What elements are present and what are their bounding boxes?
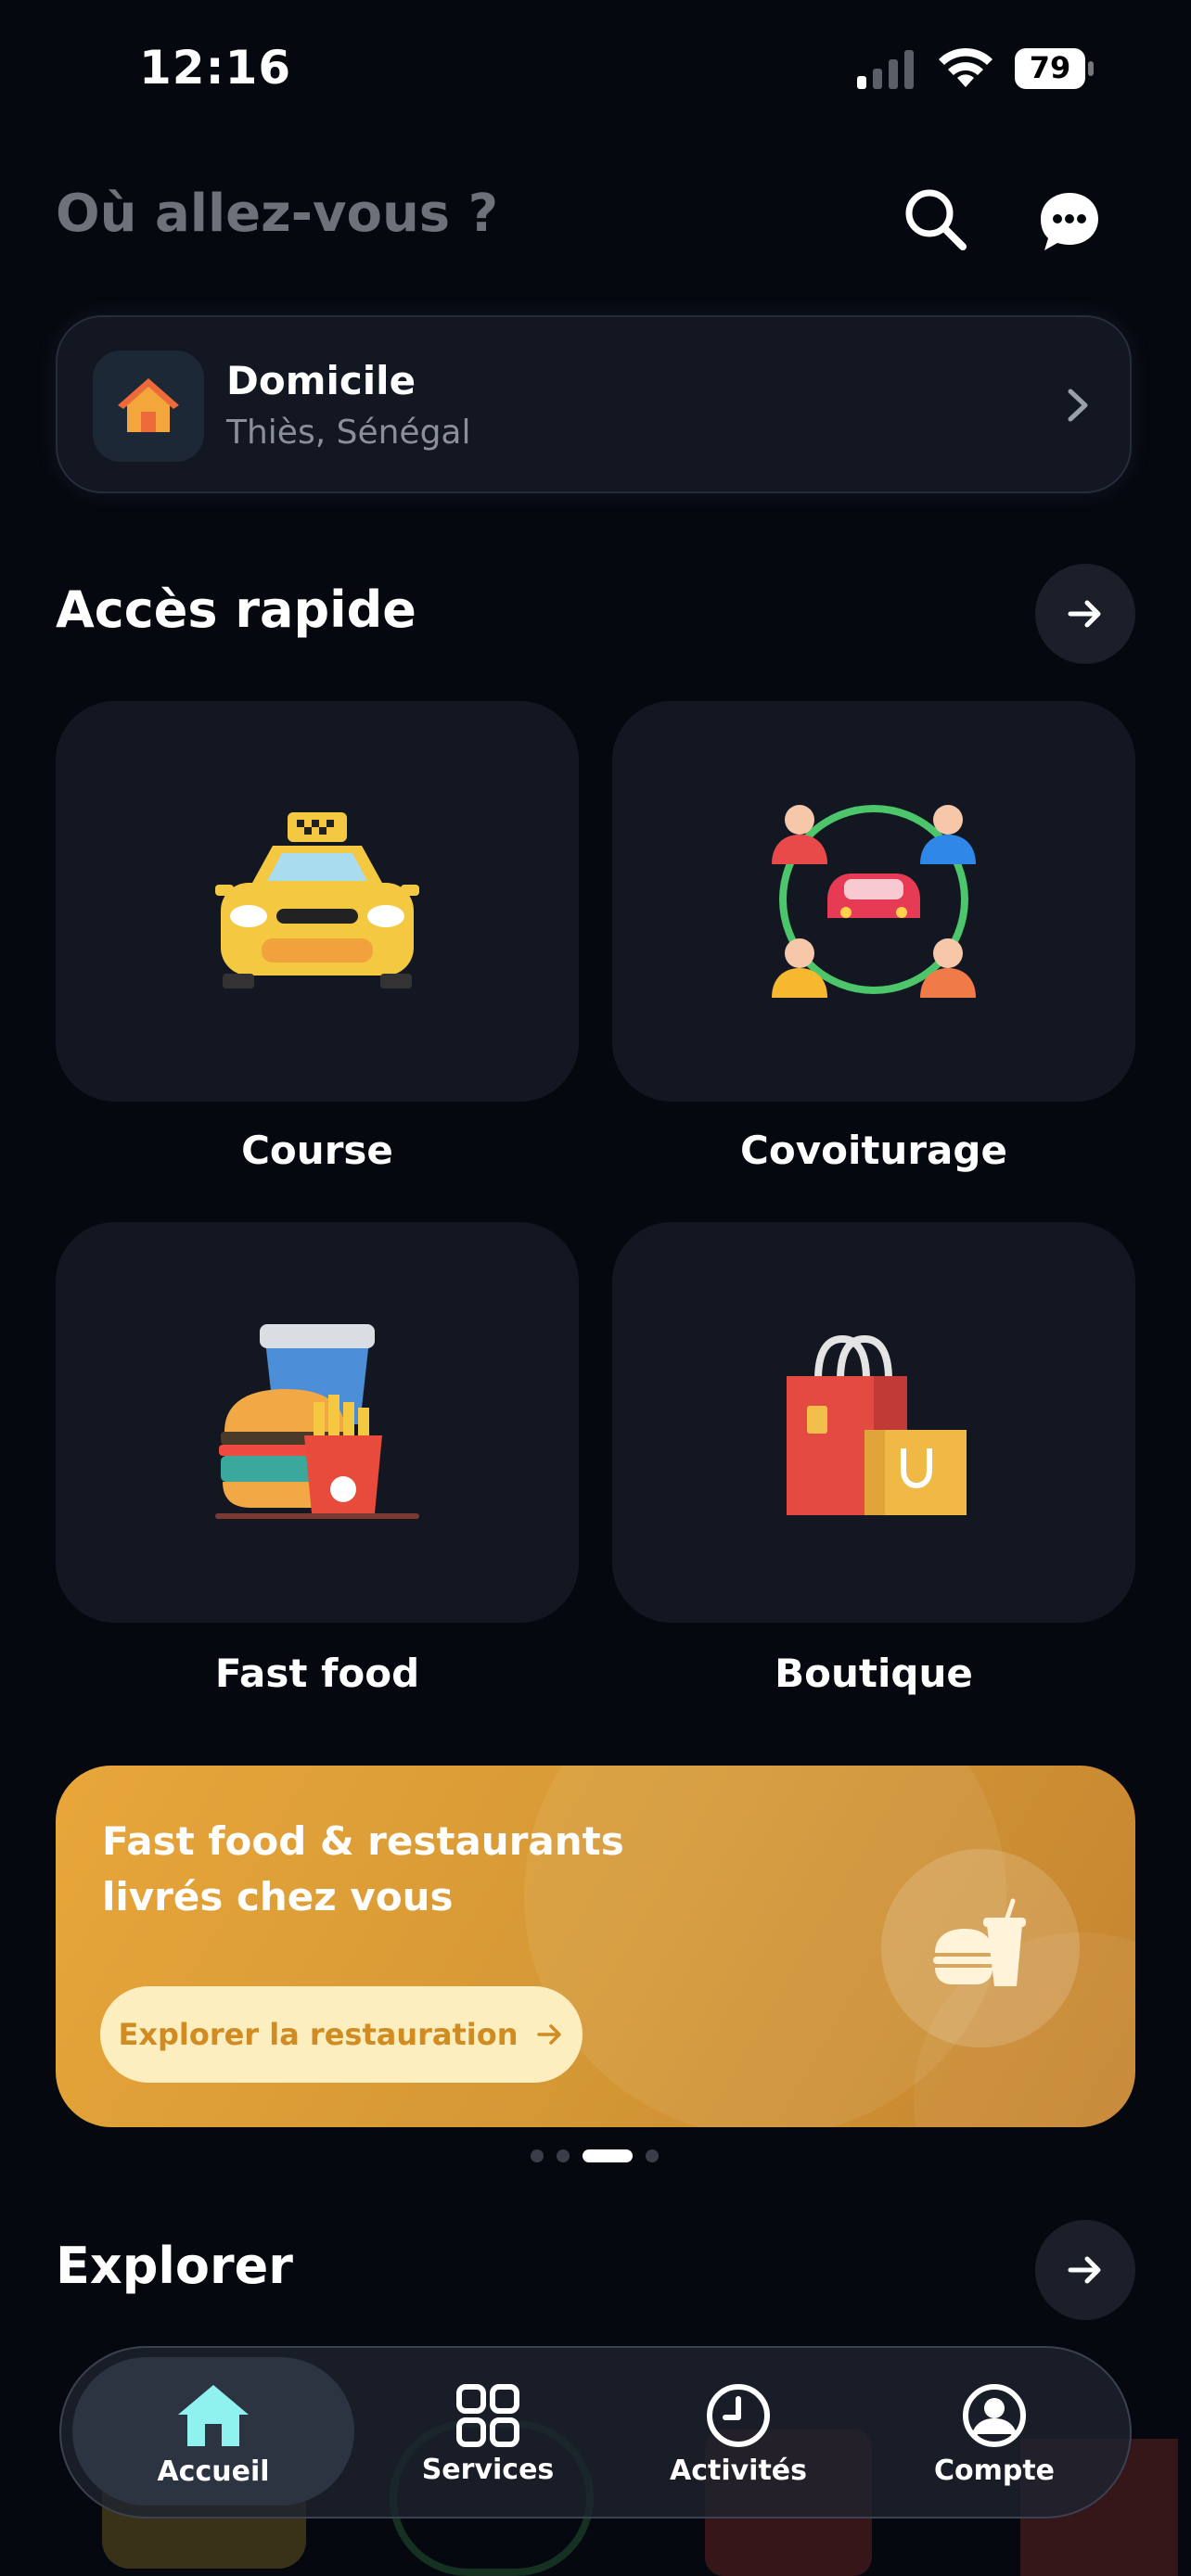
nav-label-compte: Compte [933, 2454, 1056, 2487]
tile-fast-food[interactable] [56, 1222, 579, 1623]
shopping-bags-icon [787, 1334, 967, 1515]
fast-food-icon [215, 1324, 419, 1519]
home-icon [178, 2384, 249, 2446]
chevron-right-icon [1068, 389, 1088, 422]
quick-access-see-all-button[interactable] [1035, 564, 1135, 664]
destination-search-prompt[interactable]: Où allez-vous ? [56, 184, 498, 244]
carousel-dot[interactable] [646, 2149, 659, 2162]
home-address-card[interactable]: Domicile Thiès, Sénégal [56, 315, 1132, 493]
arrow-right-icon [536, 2024, 561, 2045]
nav-label-services: Services [421, 2453, 555, 2486]
nav-label-accueil: Accueil [157, 2455, 270, 2488]
tile-boutique-label: Boutique [775, 1651, 973, 1696]
explorer-title: Explorer [56, 2237, 293, 2295]
account-icon [963, 2383, 1026, 2447]
nav-label-activites: Activités [669, 2454, 807, 2487]
quick-access-title: Accès rapide [56, 580, 416, 639]
grid-icon [456, 2383, 519, 2447]
promo-title-line1: Fast food & restaurants [102, 1818, 624, 1864]
tile-course-label: Course [241, 1128, 393, 1173]
tile-course[interactable] [56, 701, 579, 1102]
wifi-icon [939, 47, 992, 87]
burger-drink-icon [933, 1898, 1026, 1986]
cellular-signal-icon [857, 50, 914, 89]
carousel-dot[interactable] [531, 2149, 544, 2162]
house-icon [118, 378, 179, 432]
nav-item-accueil[interactable]: Accueil [72, 2348, 354, 2520]
home-icon-tile [93, 351, 204, 462]
explorer-see-all-button[interactable] [1035, 2220, 1135, 2320]
home-card-title: Domicile [226, 358, 416, 403]
battery-indicator: 79 [1013, 46, 1095, 91]
explore-restaurants-label: Explorer la restauration [118, 2017, 519, 2052]
promo-icon-badge [881, 1849, 1080, 2047]
carousel-dot-active[interactable] [583, 2149, 633, 2162]
nav-item-services[interactable]: Services [367, 2348, 608, 2520]
promo-title-line2: livrés chez vous [102, 1874, 454, 1919]
tile-covoiturage-label: Covoiturage [740, 1128, 1007, 1173]
bottom-navigation: Accueil Services Activités Compte [59, 2346, 1132, 2519]
tile-fast-food-label: Fast food [214, 1651, 420, 1696]
arrow-right-icon [1068, 600, 1101, 628]
arrow-right-icon [1068, 2256, 1101, 2284]
carpool-icon [772, 805, 976, 998]
search-icon[interactable] [902, 185, 968, 252]
promo-title: Fast food & restaurants livrés chez vous [102, 1814, 696, 1925]
home-card-address: Thiès, Sénégal [226, 414, 471, 452]
battery-level: 79 [1029, 50, 1071, 85]
explore-restaurants-button[interactable]: Explorer la restauration [100, 1986, 583, 2083]
taxi-icon [215, 812, 419, 988]
carousel-dot[interactable] [557, 2149, 570, 2162]
status-time: 12:16 [139, 41, 292, 95]
promo-banner[interactable]: Fast food & restaurants livrés chez vous… [56, 1766, 1135, 2127]
tile-covoiturage[interactable] [612, 701, 1135, 1102]
nav-item-activites[interactable]: Activités [618, 2348, 859, 2520]
clock-icon [707, 2383, 770, 2447]
nav-item-compte[interactable]: Compte [874, 2348, 1115, 2520]
chat-icon[interactable] [1037, 189, 1102, 254]
tile-boutique[interactable] [612, 1222, 1135, 1623]
